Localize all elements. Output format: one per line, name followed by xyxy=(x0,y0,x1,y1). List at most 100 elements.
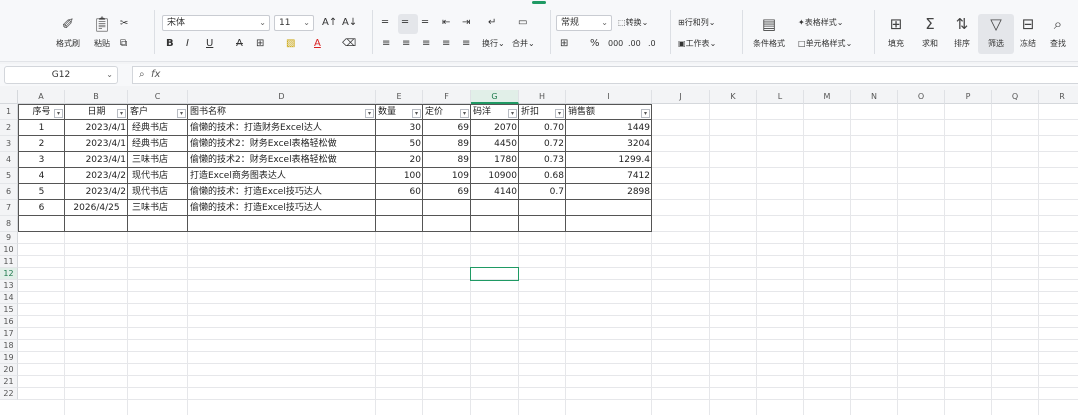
strikethrough-button[interactable]: A xyxy=(236,36,243,52)
row-header-21[interactable]: 21 xyxy=(0,376,18,388)
row-header-13[interactable]: 13 xyxy=(0,280,18,292)
column-header-l[interactable]: L xyxy=(757,90,804,104)
filter-dropdown-icon[interactable]: ▾ xyxy=(117,109,126,118)
copy-button[interactable]: ⧉ xyxy=(120,36,127,52)
fx-icon[interactable]: fx xyxy=(151,69,160,80)
row-header-9[interactable]: 9 xyxy=(0,232,18,244)
table-cell[interactable]: 0.7 xyxy=(519,184,566,200)
table-cell[interactable]: 1449 xyxy=(566,120,652,136)
bold-button[interactable]: B xyxy=(166,36,174,52)
font-size-select[interactable]: 11 ⌄ xyxy=(274,15,314,31)
outdent-button[interactable]: ⇥ xyxy=(462,15,470,31)
selected-cell[interactable] xyxy=(470,267,519,281)
column-header-j[interactable]: J xyxy=(652,90,710,104)
wrap-icon[interactable]: ↵ xyxy=(488,15,496,31)
table-cell[interactable]: 10900 xyxy=(471,168,519,184)
name-box[interactable]: G12 ⌄ xyxy=(4,66,118,84)
table-cell[interactable]: 偷懒的技术2：财务Excel表格轻松做 xyxy=(188,152,376,168)
table-cell[interactable]: 2 xyxy=(18,136,65,152)
table-cell[interactable]: 60 xyxy=(376,184,423,200)
table-cell[interactable]: 89 xyxy=(423,136,471,152)
table-cell[interactable]: 6 xyxy=(18,200,65,216)
convert-button[interactable]: ⬚转换⌄ xyxy=(618,15,648,31)
align-middle-button[interactable]: ═ xyxy=(402,15,408,31)
merge-cells-button[interactable]: 合并⌄ xyxy=(512,36,535,52)
decrease-decimal-button[interactable]: .0 xyxy=(648,36,656,52)
spreadsheet-grid[interactable]: A B C D E F G H I J K L M N O P Q R 1 2 3 4 5 6 7 8 9 10 11 12 13 14 15 1… xyxy=(0,90,1078,415)
table-cell[interactable]: 2023/4/2 xyxy=(65,168,128,184)
table-cell[interactable]: 三味书店 xyxy=(128,152,188,168)
filter-dropdown-icon[interactable]: ▾ xyxy=(412,109,421,118)
row-header-10[interactable]: 10 xyxy=(0,244,18,256)
table-cell[interactable]: 偷懒的技术：打造Excel技巧达人 xyxy=(188,200,376,216)
row-header-20[interactable]: 20 xyxy=(0,364,18,376)
currency-button[interactable]: ⊞ xyxy=(560,36,568,52)
increase-decimal-button[interactable]: .00 xyxy=(628,36,641,52)
table-cell[interactable]: 偷懒的技术：打造财务Excel达人 xyxy=(188,120,376,136)
find-button[interactable]: ⌕ 查找 xyxy=(1040,14,1076,54)
row-header-17[interactable]: 17 xyxy=(0,328,18,340)
thousands-button[interactable]: 000 xyxy=(608,36,623,52)
column-header-c[interactable]: C xyxy=(128,90,188,104)
column-header-b[interactable]: B xyxy=(65,90,128,104)
justify-button[interactable]: ≡ xyxy=(442,36,450,52)
column-header-q[interactable]: Q xyxy=(992,90,1039,104)
table-cell[interactable]: 4 xyxy=(18,168,65,184)
filter-dropdown-icon[interactable]: ▾ xyxy=(177,109,186,118)
table-cell[interactable] xyxy=(471,200,519,216)
table-cell[interactable]: 30 xyxy=(376,120,423,136)
table-cell[interactable]: 89 xyxy=(423,152,471,168)
row-header-15[interactable]: 15 xyxy=(0,304,18,316)
table-cell[interactable]: 2070 xyxy=(471,120,519,136)
column-header-d[interactable]: D xyxy=(188,90,376,104)
table-cell[interactable]: 7412 xyxy=(566,168,652,184)
border-button[interactable]: ⊞ xyxy=(256,36,264,52)
indent-button[interactable]: ⇤ xyxy=(442,15,450,31)
table-cell[interactable]: 经典书店 xyxy=(128,120,188,136)
zoom-icon[interactable]: ⌕ xyxy=(139,69,145,80)
row-header-12[interactable]: 12 xyxy=(0,268,18,280)
table-cell[interactable] xyxy=(519,200,566,216)
column-header-k[interactable]: K xyxy=(710,90,757,104)
table-cell[interactable]: 三味书店 xyxy=(128,200,188,216)
row-header-6[interactable]: 6 xyxy=(0,184,18,200)
cell-style-button[interactable]: □单元格样式⌄ xyxy=(798,36,852,52)
table-cell[interactable]: 0.72 xyxy=(519,136,566,152)
filter-dropdown-icon[interactable]: ▾ xyxy=(555,109,564,118)
column-header-i[interactable]: I xyxy=(566,90,652,104)
table-cell[interactable]: 1 xyxy=(18,120,65,136)
align-left-button[interactable]: ≡ xyxy=(382,36,390,52)
column-header-m[interactable]: M xyxy=(804,90,851,104)
underline-button[interactable]: U xyxy=(206,36,213,52)
italic-button[interactable]: I xyxy=(186,36,189,52)
table-cell[interactable]: 经典书店 xyxy=(128,136,188,152)
row-header-7[interactable]: 7 xyxy=(0,200,18,216)
table-cell[interactable] xyxy=(423,200,471,216)
filter-dropdown-icon[interactable]: ▾ xyxy=(508,109,517,118)
number-format-select[interactable]: 常规 ⌄ xyxy=(556,15,612,31)
column-header-o[interactable]: O xyxy=(898,90,945,104)
table-cell[interactable]: 2026/4/25 xyxy=(65,200,128,216)
row-header-8[interactable]: 8 xyxy=(0,216,18,232)
row-header-11[interactable]: 11 xyxy=(0,256,18,268)
row-header-18[interactable]: 18 xyxy=(0,340,18,352)
filter-dropdown-icon[interactable]: ▾ xyxy=(365,109,374,118)
column-header-g[interactable]: G xyxy=(471,90,519,104)
table-cell[interactable]: 5 xyxy=(18,184,65,200)
table-cell[interactable] xyxy=(566,200,652,216)
column-header-p[interactable]: P xyxy=(945,90,992,104)
table-cell[interactable]: 现代书店 xyxy=(128,184,188,200)
grow-font-button[interactable]: A↑ xyxy=(322,15,337,31)
filter-dropdown-icon[interactable]: ▾ xyxy=(460,109,469,118)
table-header-cell[interactable]: 销售额 xyxy=(566,104,652,120)
row-header-1[interactable]: 1 xyxy=(0,104,18,120)
table-cell[interactable]: 20 xyxy=(376,152,423,168)
align-right-button[interactable]: ≡ xyxy=(422,36,430,52)
distribute-button[interactable]: ≡ xyxy=(462,36,470,52)
table-header-cell[interactable]: 图书名称 xyxy=(188,104,376,120)
sort-button[interactable]: ⇅ 排序 xyxy=(944,14,980,54)
select-all-corner[interactable] xyxy=(0,90,18,104)
shrink-font-button[interactable]: A↓ xyxy=(342,15,357,31)
conditional-format-button[interactable]: ▤ 条件格式 xyxy=(748,14,790,54)
table-cell[interactable] xyxy=(376,200,423,216)
